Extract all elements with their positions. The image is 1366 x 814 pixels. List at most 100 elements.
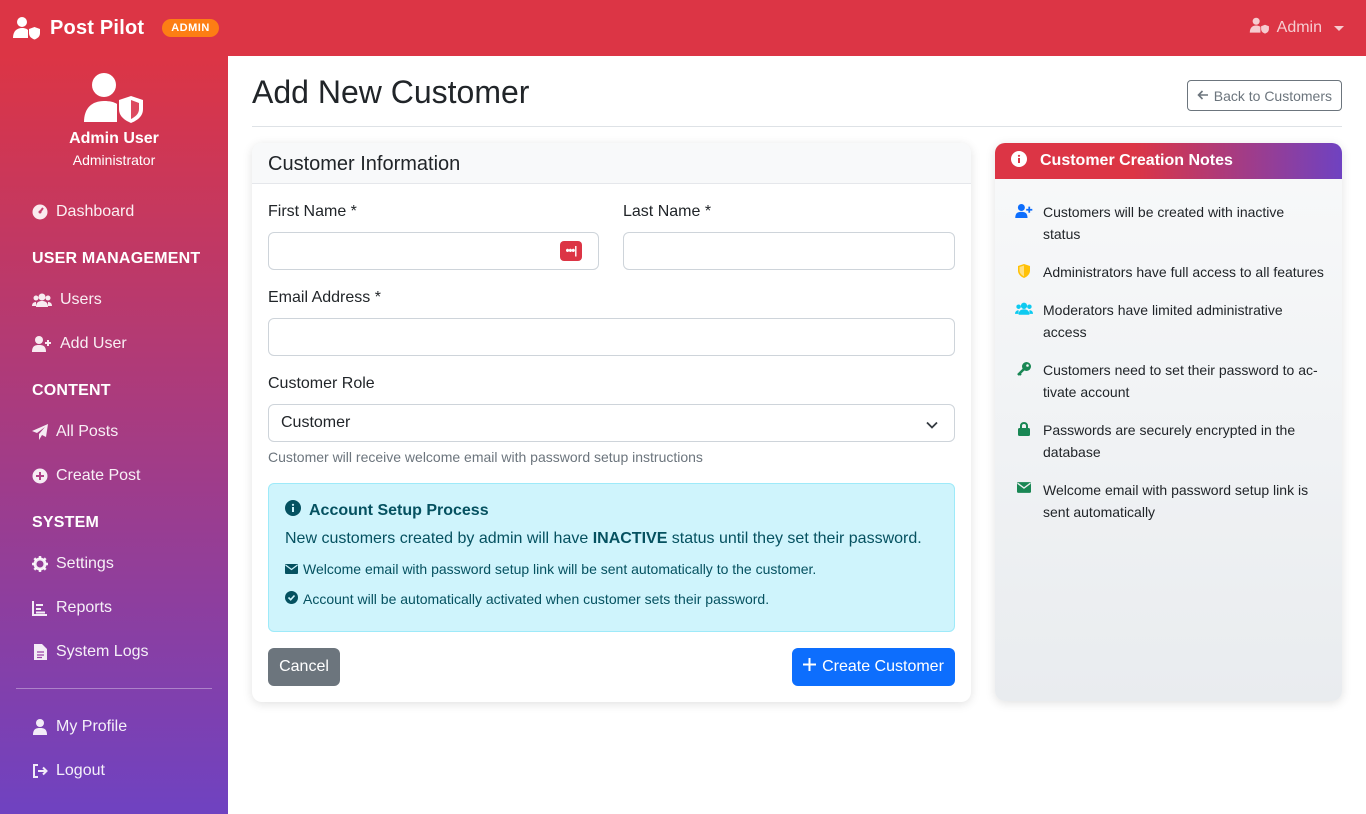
info-circle-icon [1011,150,1027,172]
user-shield-icon [82,72,146,126]
sidebar-item-label: All Posts [56,423,119,440]
sidebar-item-all-posts[interactable]: All Posts [0,410,228,454]
customer-form-card: Customer Information First Name * •••| L… [252,143,971,702]
sidebar-item-label: System Logs [56,643,149,660]
user-shield-icon [1249,17,1269,39]
check-circle-icon [285,591,298,607]
customer-role-select[interactable]: Customer [268,404,955,442]
note-text: Moderators have limited administrative a… [1043,302,1283,340]
card-title: Customer Information [252,143,971,184]
last-name-input[interactable] [623,232,955,270]
customer-role-label: Customer Role [268,375,375,392]
users-icon [32,292,52,308]
brand-title: Post Pilot [50,16,145,39]
sidebar-item-reports[interactable]: Reports [0,586,228,630]
first-name-label: First Name * [268,203,357,220]
note-text: Customers need to set their password to … [1043,362,1318,400]
alert-line-activation: Account will be automatically activated … [303,591,770,607]
sidebar-item-label: Dashboard [56,203,135,220]
cancel-button[interactable]: Cancel [268,648,340,686]
key-icon [1015,359,1033,403]
gauge-icon [32,204,48,220]
note-text: Welcome email with password setup link i… [1043,482,1309,520]
chevron-down-icon [926,417,938,435]
create-customer-label: Create Customer [822,658,944,675]
note-text: Passwords are securely encrypted in the … [1043,422,1296,460]
sidebar-section-system: SYSTEM [32,514,99,531]
envelope-icon [285,561,298,577]
first-name-input[interactable]: •••| [268,232,599,270]
sidebar-item-system-logs[interactable]: System Logs [0,630,228,674]
sidebar-item-label: Reports [56,599,113,616]
alert-text-before: New customers created by admin will have [285,530,593,547]
note-item: Customers need to set their password to … [1015,359,1324,403]
sidebar-item-label: Add User [60,335,127,352]
sidebar-item-label: Logout [56,762,105,779]
alert-text-bold: INACTIVE [592,530,668,547]
sidebar-item-label: Settings [56,555,114,572]
user-plus-icon [32,336,52,352]
sidebar: Admin User Administrator Dashboard USER … [0,56,228,814]
email-input[interactable] [268,318,955,356]
user-menu-label: Admin [1276,19,1322,36]
sign-out-icon [32,763,48,779]
user-icon [32,719,48,735]
lock-icon [1015,419,1033,463]
alert-line-email: Welcome email with password setup link w… [303,561,817,577]
sidebar-item-create-post[interactable]: Create Post [0,454,228,498]
note-text: Administrators have full access to all f… [1043,264,1324,280]
create-customer-button[interactable]: Create Customer [792,648,955,686]
password-manager-icon[interactable]: •••| [560,241,582,261]
plus-circle-icon [32,468,48,484]
sidebar-item-my-profile[interactable]: My Profile [0,705,228,749]
sidebar-item-logout[interactable]: Logout [0,749,228,793]
back-button-label: Back to Customers [1213,87,1332,104]
sidebar-divider [16,688,212,689]
paper-plane-icon [32,424,48,440]
back-to-customers-button[interactable]: Back to Customers [1186,80,1342,111]
note-item: Passwords are securely encrypted in the … [1015,419,1324,463]
customer-creation-notes-card: Customer Creation Notes Customers will b… [995,143,1342,701]
page-title: Add New Customer [252,74,530,110]
gear-icon [32,556,48,572]
info-circle-icon [285,500,301,521]
envelope-icon [1015,479,1033,523]
sidebar-section-user-management: USER MANAGEMENT [32,250,201,267]
note-item: Administrators have full access to all f… [1015,261,1324,283]
admin-badge: ADMIN [162,19,219,37]
alert-text: New customers created by admin will have… [285,530,938,548]
brand[interactable]: Post Pilot ADMIN [12,14,219,42]
sidebar-user-role: Administrator [72,152,156,168]
alert-text-after: status until they set their password. [667,530,922,547]
notes-header: Customer Creation Notes [995,143,1342,179]
plus-icon [803,658,817,676]
last-name-label: Last Name * [623,203,712,220]
note-text: Customers will be created with inactive … [1043,204,1285,242]
sidebar-item-users[interactable]: Users [0,278,228,322]
sidebar-item-dashboard[interactable]: Dashboard [0,190,228,234]
sidebar-item-label: My Profile [56,718,128,735]
alert-title: Account Setup Process [309,501,489,519]
notes-title: Customer Creation Notes [1040,152,1233,169]
users-icon [1015,299,1033,343]
chart-bar-icon [32,600,48,616]
shield-icon [1015,261,1033,283]
sidebar-user-panel: Admin User Administrator [0,56,228,168]
sidebar-item-add-user[interactable]: Add User [0,322,228,366]
customer-role-value: Customer [281,414,351,431]
sidebar-item-settings[interactable]: Settings [0,542,228,586]
file-text-icon [32,644,48,660]
account-setup-alert: Account Setup Process New customers crea… [268,483,955,632]
sidebar-item-label: Create Post [56,467,141,484]
user-plus-icon [1015,201,1033,245]
sidebar-user-name: Admin User [69,130,159,147]
user-menu-dropdown[interactable]: Admin [1249,17,1354,39]
top-navbar: Post Pilot ADMIN Admin [0,0,1366,56]
note-item: Customers will be created with inactive … [1015,201,1324,245]
sidebar-section-content: CONTENT [32,382,111,399]
email-label: Email Address * [268,289,381,306]
main-content: Add New Customer Back to Customers Custo… [228,56,1366,814]
role-help-text: Customer will receive welcome email with… [268,449,703,465]
caret-down-icon [1334,25,1344,31]
note-item: Moderators have limited administrative a… [1015,299,1324,343]
